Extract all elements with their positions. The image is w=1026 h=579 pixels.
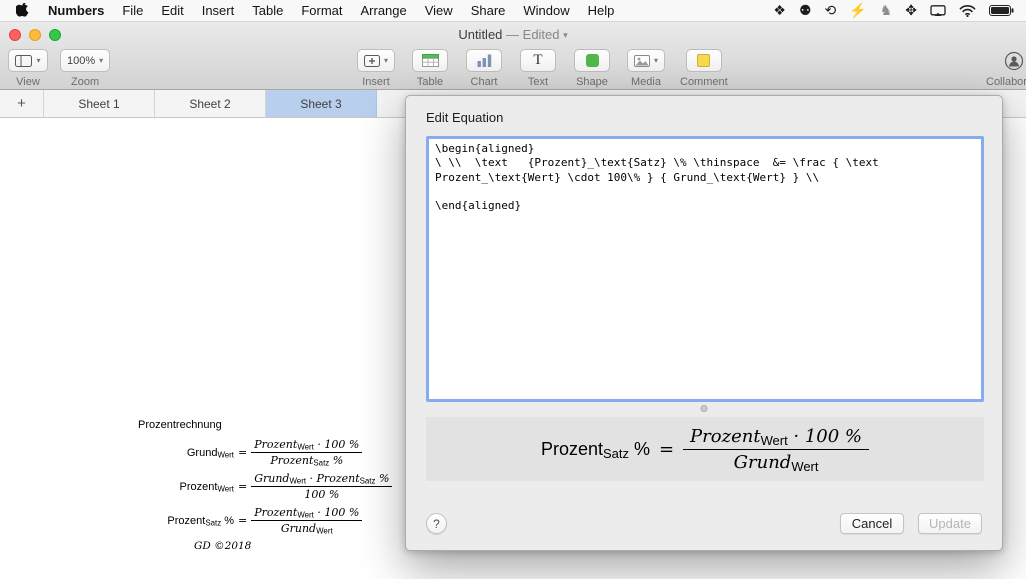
menu-item-arrange[interactable]: Arrange bbox=[351, 3, 415, 18]
menu-item-insert[interactable]: Insert bbox=[193, 3, 244, 18]
dialog-title: Edit Equation bbox=[426, 110, 504, 125]
shape-icon bbox=[585, 54, 599, 67]
equation-signature: GD ©2018 bbox=[194, 540, 252, 552]
text-label: Text bbox=[527, 76, 549, 88]
comment-icon bbox=[697, 54, 711, 67]
insert-icon bbox=[363, 54, 380, 67]
collaborate-label: Collaborate bbox=[986, 76, 1026, 88]
toolbar-media: ▾ Media bbox=[626, 49, 666, 88]
tab-sheet-3[interactable]: Sheet 3 bbox=[266, 90, 377, 117]
table-label: Table bbox=[416, 76, 444, 88]
equation-preview: ProzentSatz % = ProzentWert · 100 % Grun… bbox=[426, 417, 984, 481]
creature-icon[interactable]: ⚉ bbox=[799, 2, 812, 19]
textarea-resize-handle[interactable] bbox=[700, 405, 708, 412]
cancel-button[interactable]: Cancel bbox=[840, 513, 904, 534]
chevron-down-icon: ▾ bbox=[653, 55, 658, 65]
equation-grundwert: GrundWert = ProzentWert · 100 % ProzentS… bbox=[138, 438, 392, 467]
help-button[interactable]: ? bbox=[426, 513, 447, 534]
equation-prozentwert: ProzentWert = GrundWert · ProzentSatz % … bbox=[138, 472, 393, 501]
toolbar-collaborate: Collaborate bbox=[986, 49, 1026, 88]
menu-item-share[interactable]: Share bbox=[462, 3, 515, 18]
zoom-label: Zoom bbox=[71, 76, 100, 88]
add-sheet-button[interactable]: + bbox=[0, 90, 44, 117]
window-title: Untitled — Edited ▾ bbox=[0, 27, 1026, 42]
chevron-down-icon: ▾ bbox=[36, 55, 41, 65]
toolbar-insert: ▾ Insert bbox=[356, 49, 396, 88]
shape-label: Shape bbox=[576, 76, 608, 88]
menu-item-numbers[interactable]: Numbers bbox=[39, 3, 113, 18]
toolbar-chart: Chart bbox=[464, 49, 504, 88]
toolbar-text: T Text bbox=[518, 49, 558, 88]
chart-icon bbox=[477, 54, 491, 67]
media-icon bbox=[633, 54, 650, 67]
collaborate-button[interactable] bbox=[1004, 49, 1024, 72]
toolbar-comment: Comment bbox=[680, 49, 728, 88]
dropbox-icon[interactable]: ❖ bbox=[773, 2, 786, 19]
menu-status-icons: ❖ ⚉ ⟲ ⚡ ♞ ✥ bbox=[773, 2, 1026, 19]
equation-text-block[interactable]: Prozentrechnung GrundWert = ProzentWert … bbox=[138, 419, 393, 552]
menu-item-edit[interactable]: Edit bbox=[152, 3, 192, 18]
fraction: GrundWert · ProzentSatz % 100 % bbox=[251, 472, 393, 501]
lightning-icon[interactable]: ⚡ bbox=[849, 2, 866, 19]
text-tool-icon: T bbox=[533, 52, 543, 68]
chart-label: Chart bbox=[470, 76, 498, 88]
toolbar-zoom: 100% ▾ Zoom bbox=[60, 49, 111, 88]
latex-input[interactable]: \begin{aligned} \ \\ \text {Prozent}_\te… bbox=[426, 136, 984, 402]
tab-sheet-2[interactable]: Sheet 2 bbox=[155, 90, 266, 117]
menu-item-format[interactable]: Format bbox=[292, 3, 351, 18]
comment-label: Comment bbox=[680, 76, 728, 88]
menu-item-table[interactable]: Table bbox=[243, 3, 292, 18]
document-title: Untitled bbox=[458, 27, 503, 42]
menu-item-file[interactable]: File bbox=[113, 3, 152, 18]
insert-button[interactable]: ▾ bbox=[356, 49, 395, 72]
equation-prozentsatz: ProzentSatz % = ProzentWert · 100 % Grun… bbox=[138, 506, 392, 535]
display-icon[interactable] bbox=[930, 4, 946, 17]
update-button[interactable]: Update bbox=[918, 513, 982, 534]
move-arrows-icon[interactable]: ✥ bbox=[905, 2, 917, 19]
apple-menu-icon[interactable] bbox=[0, 3, 39, 18]
menu-item-view[interactable]: View bbox=[416, 3, 462, 18]
chart-button[interactable] bbox=[466, 49, 502, 72]
text-button[interactable]: T bbox=[520, 49, 556, 72]
toolbar-table: Table bbox=[410, 49, 450, 88]
chevron-down-icon: ▾ bbox=[99, 55, 104, 65]
edited-indicator: — Edited bbox=[506, 27, 560, 42]
menu-bar: Numbers File Edit Insert Table Format Ar… bbox=[0, 0, 1026, 22]
battery-icon[interactable] bbox=[989, 5, 1014, 16]
insert-label: Insert bbox=[362, 76, 390, 88]
media-label: Media bbox=[631, 76, 661, 88]
zoom-value: 100% bbox=[67, 54, 96, 67]
view-button[interactable]: ▾ bbox=[8, 49, 48, 72]
media-button[interactable]: ▾ bbox=[626, 49, 665, 72]
rendered-equation: ProzentSatz % = ProzentWert · 100 % Grun… bbox=[541, 426, 870, 473]
fraction: ProzentWert · 100 % ProzentSatz % bbox=[251, 438, 363, 467]
toolbar-view: ▾ View bbox=[8, 49, 48, 88]
title-chevron-icon[interactable]: ▾ bbox=[563, 30, 568, 40]
time-machine-icon[interactable]: ⟲ bbox=[825, 2, 837, 19]
comment-button[interactable] bbox=[685, 49, 722, 72]
table-icon bbox=[421, 54, 439, 67]
wifi-icon[interactable] bbox=[959, 4, 976, 17]
table-button[interactable] bbox=[412, 49, 448, 72]
menu-item-help[interactable]: Help bbox=[579, 3, 624, 18]
edit-equation-dialog: Edit Equation \begin{aligned} \ \\ \text… bbox=[405, 95, 1003, 551]
view-label: View bbox=[16, 76, 40, 88]
shape-button[interactable] bbox=[574, 49, 610, 72]
fraction: ProzentWert · 100 % GrundWert bbox=[683, 426, 870, 473]
tab-sheet-1[interactable]: Sheet 1 bbox=[44, 90, 155, 117]
fraction: ProzentWert · 100 % GrundWert bbox=[251, 506, 363, 535]
toolbar-shape: Shape bbox=[572, 49, 612, 88]
window-header: Untitled — Edited ▾ ▾ View 100% ▾ Zoom ▾ bbox=[0, 22, 1026, 90]
collaborate-icon bbox=[1005, 51, 1024, 70]
equation-heading: Prozentrechnung bbox=[138, 419, 222, 431]
chevron-down-icon: ▾ bbox=[383, 55, 388, 65]
silhouette-icon[interactable]: ♞ bbox=[880, 2, 893, 19]
menu-item-window[interactable]: Window bbox=[514, 3, 578, 18]
view-panels-icon bbox=[15, 54, 33, 67]
zoom-dropdown[interactable]: 100% ▾ bbox=[60, 49, 111, 72]
